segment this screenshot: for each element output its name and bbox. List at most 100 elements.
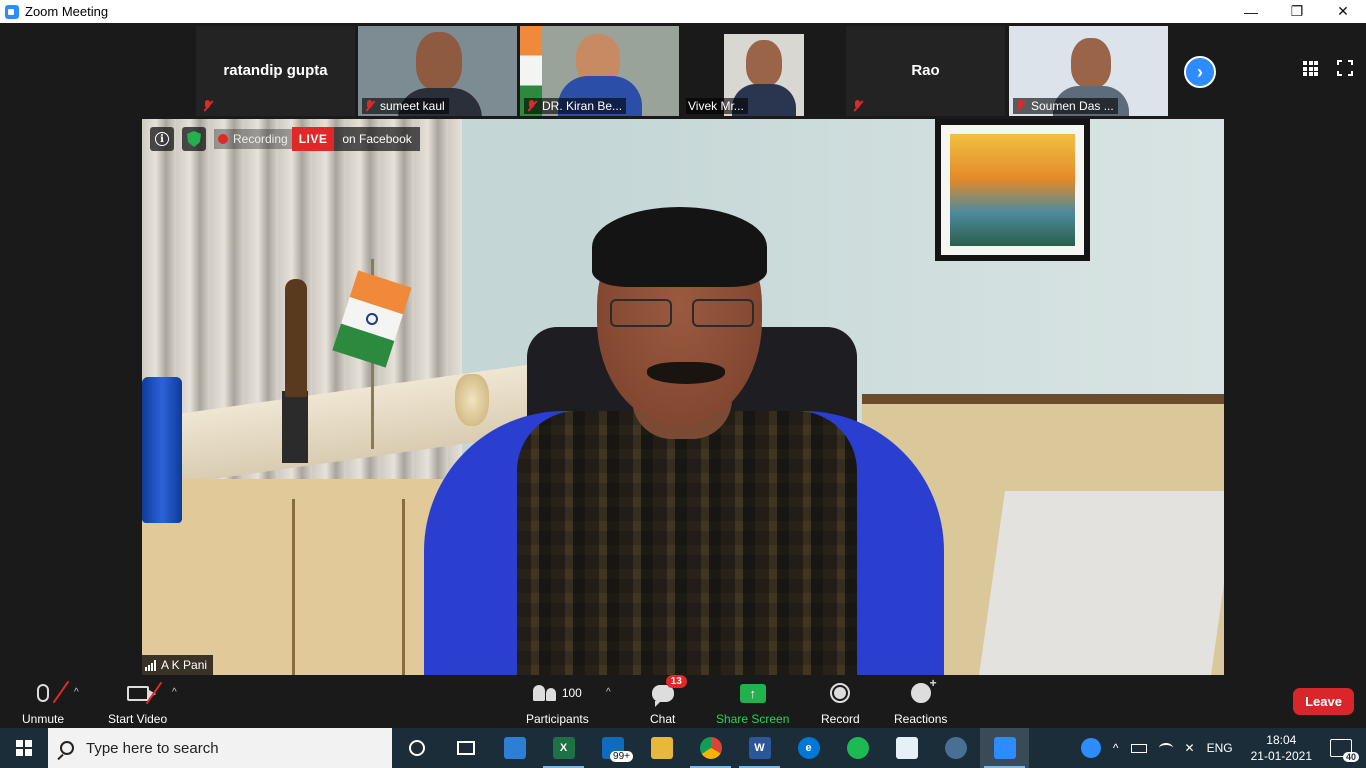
start-video-button[interactable]: Start Video (108, 679, 167, 726)
record-label: Record (821, 712, 860, 726)
participant-label: DR. Kiran Be... (524, 98, 627, 114)
participants-label: Participants (526, 712, 589, 726)
participant-tile-vivek[interactable]: Vivek Mr... (682, 26, 841, 116)
language-indicator[interactable]: ENG (1207, 741, 1233, 755)
video-painting (935, 119, 1090, 261)
cabinet-seam (402, 499, 405, 675)
smiley-icon (910, 676, 937, 703)
participant-video (416, 32, 462, 90)
windows-logo-icon (16, 740, 32, 756)
taskbar-app[interactable] (882, 728, 931, 768)
participants-count: 100 (561, 686, 582, 700)
taskbar-edge[interactable]: e (784, 728, 833, 768)
show-hidden-icons-icon[interactable]: ^ (1113, 741, 1119, 755)
wifi-icon[interactable] (1158, 743, 1173, 753)
participant-tile-rao[interactable]: Rao (846, 26, 1005, 116)
speaker-mustache (647, 362, 725, 384)
clock-date: 21-01-2021 (1250, 749, 1312, 763)
taskbar-spotify[interactable] (833, 728, 882, 768)
volume-muted-icon[interactable]: ✕ (1185, 741, 1195, 755)
leave-button[interactable]: Leave (1293, 688, 1354, 715)
reactions-label: Reactions (894, 712, 948, 726)
microphone-muted-icon (37, 684, 50, 702)
active-speaker-video: i Recording LIVE on Facebook A K Pani (142, 119, 1224, 675)
taskbar-store[interactable] (490, 728, 539, 768)
video-desk (979, 491, 1224, 675)
video-vase (455, 374, 489, 426)
taskbar-word[interactable]: W (735, 728, 784, 768)
unmute-button[interactable]: Unmute (22, 679, 70, 726)
live-destination: on Facebook (342, 132, 412, 146)
participant-name: Rao (911, 62, 940, 79)
record-icon (830, 683, 851, 703)
search-placeholder: Type here to search (86, 739, 219, 757)
reactions-button[interactable]: Reactions (894, 676, 948, 726)
taskbar-clock[interactable]: 18:04 21-01-2021 (1251, 732, 1312, 764)
word-icon: W (748, 737, 771, 759)
share-screen-button[interactable]: ↑ Share Screen (716, 679, 789, 726)
live-stream-indicator[interactable]: LIVE on Facebook (291, 127, 420, 151)
taskbar-app-2[interactable] (931, 728, 980, 768)
audio-options-caret-icon[interactable]: ^ (74, 687, 79, 698)
video-options-caret-icon[interactable]: ^ (172, 687, 177, 698)
next-page-arrow-icon[interactable]: › (1184, 56, 1216, 88)
participants-icon (532, 685, 556, 701)
video-statue (285, 279, 307, 397)
battery-icon[interactable] (1130, 743, 1147, 753)
fullscreen-icon[interactable] (1337, 60, 1353, 76)
minimize-button[interactable]: — (1228, 0, 1274, 23)
recording-label: Recording (233, 132, 288, 146)
taskbar-mail[interactable]: 99+ (588, 728, 637, 768)
participant-tile-soumen-das[interactable]: Soumen Das ... (1009, 26, 1168, 116)
speaker-glasses (610, 299, 756, 327)
gallery-view-icon[interactable] (1303, 61, 1318, 76)
participant-video (1071, 38, 1111, 88)
close-button[interactable]: ✕ (1320, 0, 1366, 23)
camera-off-icon (126, 685, 156, 701)
chrome-icon (699, 737, 722, 759)
zoom-app-icon (5, 4, 19, 19)
window-controls: — ❐ ✕ (1228, 0, 1366, 23)
restore-button[interactable]: ❐ (1274, 0, 1320, 23)
app-icon (895, 737, 918, 759)
record-button[interactable]: Record (821, 679, 860, 726)
chat-unread-badge: 13 (665, 675, 687, 688)
meeting-status-bar: i Recording LIVE on Facebook (150, 127, 420, 151)
chat-label: Chat (650, 712, 676, 726)
help-icon[interactable] (1080, 738, 1101, 758)
windows-taskbar: Type here to search X 99+ W e ^ ✕ ENG 18… (0, 728, 1366, 768)
cortana-circle-icon (408, 740, 425, 756)
meeting-info-icon[interactable]: i (150, 127, 174, 151)
folder-icon (650, 737, 673, 759)
speaker-vest (517, 411, 857, 675)
encryption-shield-icon[interactable] (182, 127, 206, 151)
muted-mic-icon (364, 100, 376, 112)
taskbar-excel[interactable]: X (539, 728, 588, 768)
participant-tile-kiran[interactable]: DR. Kiran Be... (520, 26, 679, 116)
participant-tile-sumeet-kaul[interactable]: sumeet kaul (358, 26, 517, 116)
taskbar-chrome[interactable] (686, 728, 735, 768)
participants-options-caret-icon[interactable]: ^ (606, 687, 611, 698)
participant-name: ratandip gupta (223, 62, 328, 79)
notifications-count: 40 (1342, 752, 1359, 762)
speaker-name-label: A K Pani (142, 655, 214, 675)
task-view-icon (456, 741, 475, 755)
task-view-button[interactable] (441, 728, 490, 768)
start-button[interactable] (0, 728, 48, 768)
participants-button[interactable]: 100 Participants (526, 679, 589, 726)
taskbar-zoom[interactable] (980, 728, 1029, 768)
taskbar-file-explorer[interactable] (637, 728, 686, 768)
start-video-label: Start Video (108, 712, 168, 726)
share-screen-arrow-icon: ↑ (739, 683, 766, 703)
cortana-button[interactable] (392, 728, 441, 768)
notifications-icon[interactable]: 40 (1330, 739, 1359, 762)
taskbar-search-box[interactable]: Type here to search (48, 728, 392, 768)
edge-icon: e (797, 737, 820, 759)
spotify-icon (846, 737, 869, 759)
unmute-label: Unmute (22, 712, 65, 726)
store-bag-icon (503, 737, 526, 759)
cabinet-seam (292, 499, 295, 675)
participant-tile-ratandip-gupta[interactable]: ratandip gupta (196, 26, 355, 116)
chat-button[interactable]: 13 Chat (650, 675, 687, 726)
video-bottle (142, 377, 182, 523)
